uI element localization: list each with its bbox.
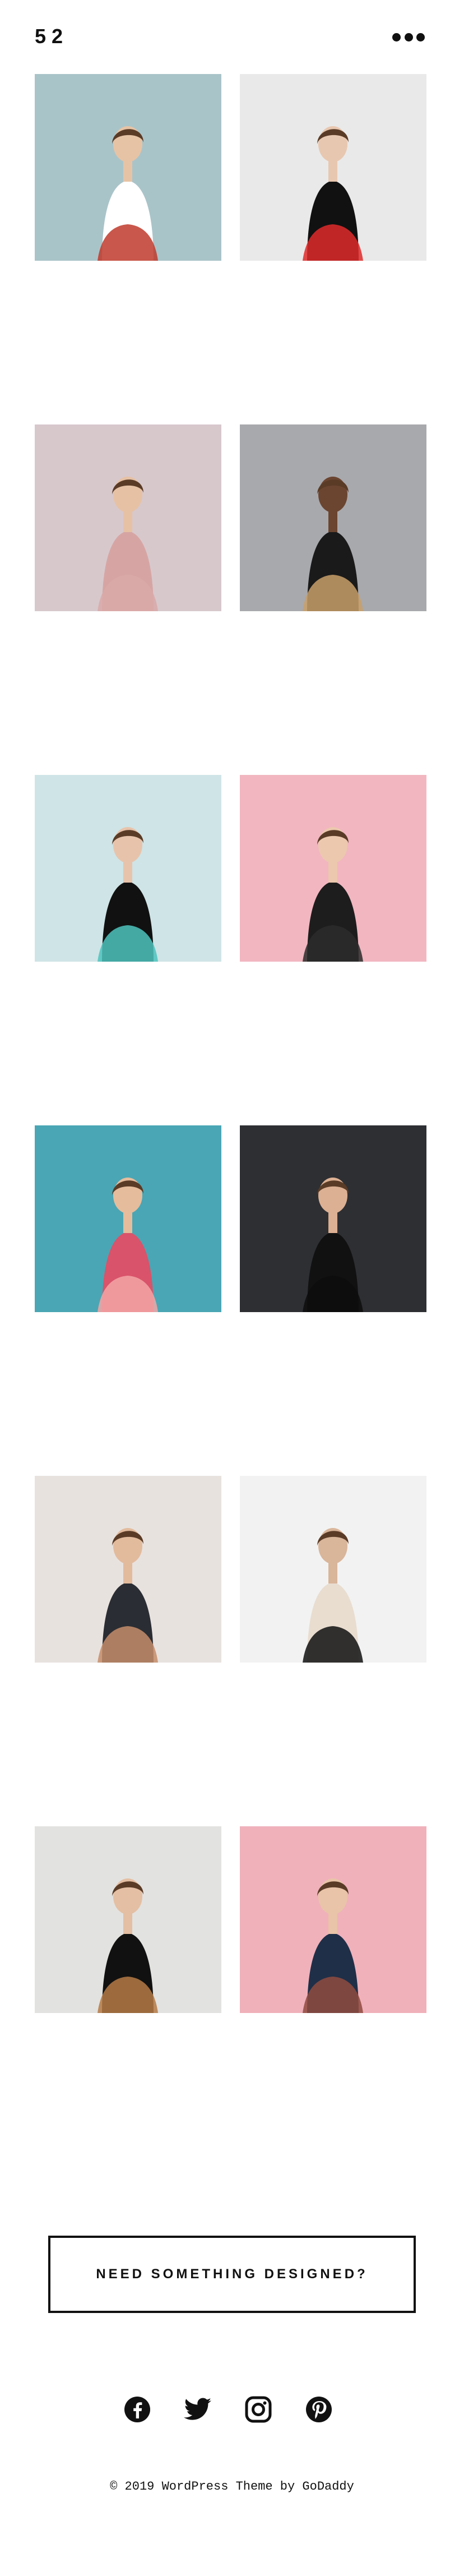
facebook-icon [124,2397,150,2422]
gallery-image [35,1125,221,1312]
site-header: 52 [0,0,464,67]
gallery-item-woman-floral-dress-teal[interactable] [35,1125,221,1312]
pinterest-link[interactable] [304,2394,334,2425]
more-horizontal-icon-dot [416,33,425,41]
pinterest-icon [306,2397,332,2422]
gallery-image [240,775,426,962]
instagram-link[interactable] [243,2394,273,2425]
gallery-item-woman-headphones-pink[interactable] [240,775,426,962]
gallery-item-woman-camel-jacket-hat[interactable] [35,1826,221,2013]
gallery-item-woman-red-hat-lace-blouse[interactable] [35,74,221,261]
more-horizontal-icon [392,33,401,41]
twitter-icon [184,2398,211,2420]
social-links [0,2394,464,2426]
site-logo[interactable]: 52 [35,25,68,48]
gallery-image [35,1826,221,2013]
gallery-image [35,1476,221,1663]
gallery-item-woman-leopard-top-pink[interactable] [240,1826,426,2013]
gallery-item-woman-polka-dot-outfit-gray[interactable] [240,424,426,611]
gallery-image [240,424,426,611]
gallery-item-woman-headscarf-long-skirt[interactable] [35,1476,221,1663]
gallery-item-woman-black-lace-dress[interactable] [240,1125,426,1312]
gallery-image [240,1826,426,2013]
facebook-link[interactable] [122,2394,152,2425]
site-footer: © 2019 WordPress Theme by GoDaddy [110,2480,354,2494]
instagram-icon [245,2396,272,2423]
cta-label: NEED SOMETHING DESIGNED? [96,2266,368,2282]
gallery-image [240,1476,426,1663]
gallery-image [240,74,426,261]
gallery-item-striped-dress-red-handbag[interactable] [240,74,426,261]
gallery-image [240,1125,426,1312]
gallery-item-black-leather-handbag[interactable] [240,1476,426,1663]
gallery-image [35,775,221,962]
more-menu-button[interactable] [392,31,425,43]
gallery-item-woman-teal-sun-hat[interactable] [35,775,221,962]
need-something-designed-button[interactable]: NEED SOMETHING DESIGNED? [48,2236,416,2313]
more-horizontal-icon-dot [404,33,413,41]
twitter-link[interactable] [183,2394,213,2425]
gallery-image [35,424,221,611]
gallery-item-woman-pink-top-portrait[interactable] [35,424,221,611]
gallery-image [35,74,221,261]
